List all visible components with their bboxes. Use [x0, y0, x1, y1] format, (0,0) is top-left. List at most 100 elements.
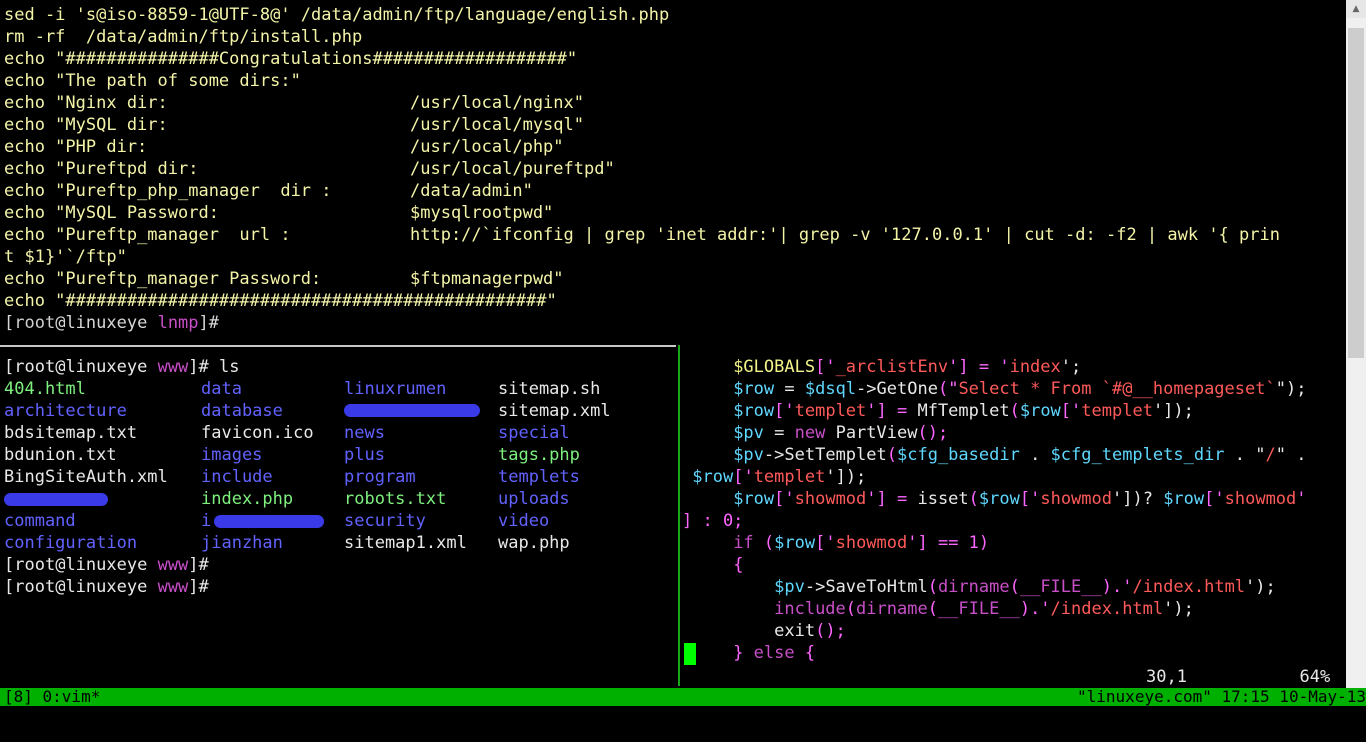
- code-token: index: [1009, 357, 1061, 377]
- code-token: exit: [774, 621, 816, 641]
- shell-line: echo "MySQL Password: $mysqlrootpwd": [4, 203, 554, 223]
- ls-row: BingSiteAuth.xml include program templet…: [4, 466, 664, 488]
- code-line: exit();: [682, 620, 846, 642]
- code-token: [': [774, 401, 795, 421]
- code-token: '] = ': [948, 357, 1010, 377]
- code-token: " .: [1275, 445, 1307, 465]
- code-token: $cfg_templets_dir: [1050, 445, 1225, 465]
- shell-line: echo "Pureftp_manager url : http://`ifcon…: [4, 225, 1280, 245]
- code-token: $dsql: [804, 379, 857, 399]
- dir-entry: include: [201, 467, 273, 487]
- window-list[interactable]: [8] 0:vim*: [4, 688, 100, 706]
- dir-entry: linuxrumen: [344, 379, 447, 399]
- code-token: ->: [856, 379, 877, 399]
- scroll-up-arrow-icon[interactable]: ▲: [1346, 0, 1366, 18]
- ls-row: 404.html data linuxrumen sitemap.sh: [4, 378, 664, 400]
- code-token: ']);: [1152, 401, 1194, 421]
- code-line: $GLOBALS['_arclistEnv'] = 'index';: [682, 356, 1081, 378]
- vertical-scrollbar[interactable]: ▲: [1346, 0, 1366, 688]
- code-token: $row: [1019, 401, 1061, 421]
- code-token: showmod: [794, 489, 867, 509]
- code-token: templet: [1081, 401, 1153, 421]
- file-entry: wap.php: [498, 533, 570, 553]
- code-token: ).': [1101, 577, 1133, 597]
- code-token: '] =: [866, 489, 918, 509]
- code-token: else: [743, 643, 805, 663]
- code-token: $row: [978, 489, 1020, 509]
- code-token: '])?: [1112, 489, 1164, 509]
- code-token: (: [927, 577, 938, 597]
- code-token: ();: [917, 423, 949, 443]
- shell-prompt: [root@linuxeye lnmp]#: [4, 313, 220, 333]
- code-token: {: [733, 555, 744, 575]
- dir-entry: plus: [344, 445, 385, 465]
- terminal-top-pane[interactable]: sed -i 's@iso-8859-1@UTF-8@' /data/admin…: [0, 0, 1346, 340]
- dir-entry: security: [344, 511, 426, 531]
- code-token: dirname: [937, 577, 1010, 597]
- code-token: ']);: [825, 467, 867, 487]
- status-host-time: "linuxeye.com" 17:15 10-May-13: [1077, 687, 1366, 706]
- shell-line: sed -i 's@iso-8859-1@UTF-8@' /data/admin…: [4, 5, 670, 25]
- shell-line: echo "Pureftp_php_manager dir :/data/adm…: [4, 181, 533, 201]
- file-entry: robots.txt: [344, 489, 447, 509]
- tmux-status-bar: [8] 0:vim* "linuxeye.com" 17:15 10-May-1…: [0, 688, 1366, 706]
- code-token: if: [733, 533, 754, 553]
- code-token: ();: [815, 621, 846, 641]
- code-token: =: [763, 423, 795, 443]
- dir-entry: command: [4, 511, 76, 531]
- file-entry: index.php: [201, 489, 294, 509]
- code-token: (: [753, 533, 775, 553]
- code-token: templet: [794, 401, 867, 421]
- code-line: $row = $dsql->GetOne("Select * From `#@_…: [682, 378, 1306, 400]
- code-token: MfTemplet: [917, 401, 1010, 421]
- ls-row: configuration jianzhan sitemap1.xml wap.…: [4, 532, 664, 554]
- dir-entry: uploads: [498, 489, 570, 509]
- code-token: showmod: [835, 533, 908, 553]
- file-entry: tags.php: [498, 445, 580, 465]
- dir-entry: program: [344, 467, 416, 487]
- ls-row: bdunion.txt images plus tags.php: [4, 444, 664, 466]
- code-token: isset: [917, 489, 969, 509]
- code-token: showmod: [1224, 489, 1297, 509]
- shell-line: echo "Pureftpd dir:/usr/local/pureftpd": [4, 159, 615, 179]
- code-token: }: [733, 643, 744, 663]
- code-token: (: [1009, 401, 1020, 421]
- file-entry: favicon.ico: [201, 423, 314, 443]
- code-token: [': [774, 489, 795, 509]
- code-token: PartView: [825, 423, 918, 443]
- vim-editor-pane[interactable]: $GLOBALS['_arclistEnv'] = 'index'; $row …: [682, 356, 1344, 686]
- code-token: /index.html: [1050, 599, 1164, 619]
- code-token: (: [968, 489, 979, 509]
- code-token: {: [804, 643, 816, 663]
- code-token: (: [1009, 577, 1020, 597]
- code-token: /: [1265, 445, 1276, 465]
- dir-entry: images: [201, 445, 263, 465]
- scrollbar-thumb[interactable]: [1348, 28, 1364, 358]
- shell-line: echo "Nginx dir:/usr/local/nginx": [4, 93, 584, 113]
- shell-line: echo "MySQL dir:/usr/local/mysql": [4, 115, 584, 135]
- code-line: $pv->SaveToHtml(dirname(__FILE__).'/inde…: [682, 576, 1276, 598]
- file-entry: 404.html: [4, 379, 86, 399]
- code-token: showmod: [1040, 489, 1112, 509]
- code-token: ).': [1019, 599, 1051, 619]
- code-token: ';: [1060, 357, 1082, 377]
- code-token: $cfg_basedir: [897, 445, 1020, 465]
- shell-line: rm -rf /data/admin/ftp/install.php: [4, 27, 363, 47]
- text-cursor: [684, 643, 696, 665]
- shell-line: echo "###############Congratulations####…: [4, 49, 578, 69]
- code-token: ');: [1163, 599, 1194, 619]
- code-token: ] : 0;: [682, 511, 744, 531]
- dir-entry: special: [498, 423, 570, 443]
- code-token: $row: [733, 401, 775, 421]
- terminal-left-pane[interactable]: [root@linuxeye www]# ls 404.html data li…: [0, 356, 676, 686]
- code-token: SaveToHtml: [825, 577, 928, 597]
- shell-prompt: [root@linuxeye www]#: [4, 577, 209, 597]
- file-entry: sitemap.xml: [498, 401, 611, 421]
- code-token: (: [845, 599, 857, 619]
- code-line: $row['templet'] = MfTemplet($row['temple…: [682, 400, 1194, 422]
- code-token: $row: [733, 379, 775, 399]
